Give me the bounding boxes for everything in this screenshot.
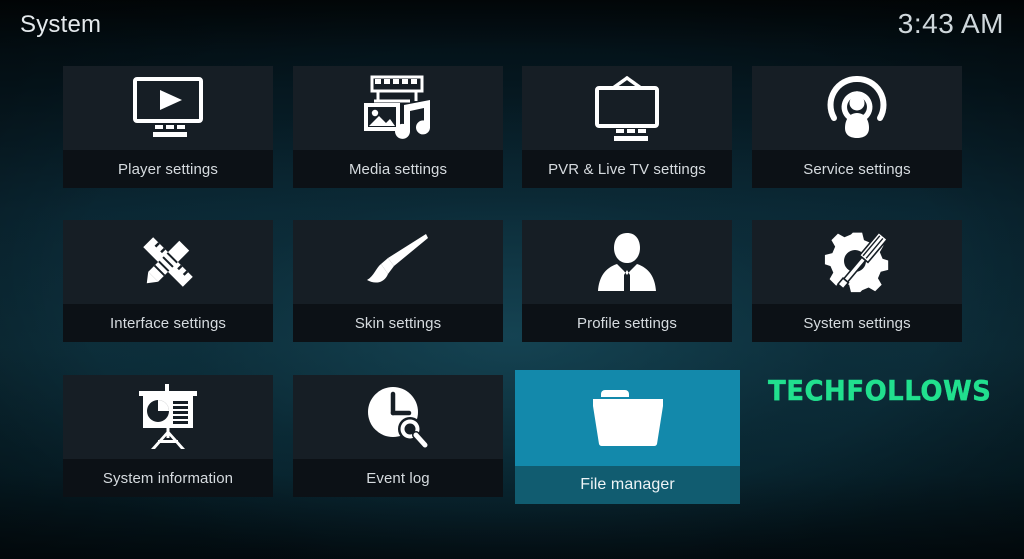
tile-label-bar: Player settings (63, 150, 273, 188)
tile-label-bar: Media settings (293, 150, 503, 188)
tile-label: System information (102, 469, 234, 487)
watermark-techfollows: TECHFOLLOWS (768, 374, 992, 407)
filmstrip-photo-music-icon (360, 75, 436, 141)
tile-label-bar: Interface settings (63, 304, 273, 342)
tile-label: System settings (803, 314, 911, 332)
tile-label-bar: System information (63, 459, 273, 497)
pencil-ruler-icon (135, 229, 201, 295)
tile-icon-area (293, 220, 503, 304)
tile-label: Event log (366, 469, 430, 487)
person-bust-icon (595, 231, 659, 293)
tile-pvr-live-tv-settings[interactable]: PVR & Live TV settings (522, 66, 732, 188)
tile-icon-area (515, 370, 740, 466)
tile-system-settings[interactable]: System settings (752, 220, 962, 342)
tile-label: Service settings (803, 160, 911, 178)
header-bar: System 3:43 AM (0, 0, 1024, 55)
monitor-play-icon (131, 77, 205, 139)
television-antenna-icon (590, 74, 664, 142)
tile-label: Profile settings (577, 314, 677, 332)
tile-label-bar: Skin settings (293, 304, 503, 342)
clock-display: 3:43 AM (897, 8, 1004, 39)
tile-label-bar: Event log (293, 459, 503, 497)
tile-media-settings[interactable]: Media settings (293, 66, 503, 188)
tile-event-log[interactable]: Event log (293, 375, 503, 497)
clock-magnifier-icon (365, 384, 431, 450)
page-title: System (20, 11, 102, 38)
tile-label: File manager (580, 476, 675, 493)
tile-label: Interface settings (109, 314, 227, 332)
tile-label-bar: File manager (515, 466, 740, 504)
tile-icon-area (752, 66, 962, 150)
tile-icon-area (63, 66, 273, 150)
tile-label: PVR & Live TV settings (548, 160, 706, 178)
tile-icon-area (522, 66, 732, 150)
tile-player-settings[interactable]: Player settings (63, 66, 273, 188)
tile-label: Skin settings (354, 314, 442, 332)
folder-icon (585, 386, 671, 450)
kodi-system-screen: System 3:43 AM Player settings Media set… (0, 0, 1024, 559)
tile-label: Media settings (348, 160, 448, 178)
paintbrush-icon (364, 232, 432, 292)
tile-file-manager[interactable]: File manager (515, 370, 740, 504)
tile-icon-area (293, 66, 503, 150)
broadcast-person-icon (824, 75, 890, 141)
tile-icon-area (63, 375, 273, 459)
tile-icon-area (522, 220, 732, 304)
tile-label-bar: System settings (752, 304, 962, 342)
tile-service-settings[interactable]: Service settings (752, 66, 962, 188)
tile-profile-settings[interactable]: Profile settings (522, 220, 732, 342)
gear-screwdriver-icon (824, 229, 890, 295)
tile-interface-settings[interactable]: Interface settings (63, 220, 273, 342)
tile-skin-settings[interactable]: Skin settings (293, 220, 503, 342)
tile-label-bar: PVR & Live TV settings (522, 150, 732, 188)
tile-icon-area (752, 220, 962, 304)
settings-grid: Player settings Media settings PVR & Liv… (0, 0, 1024, 559)
tile-label-bar: Service settings (752, 150, 962, 188)
tile-icon-area (63, 220, 273, 304)
tile-icon-area (293, 375, 503, 459)
tile-system-information[interactable]: System information (63, 375, 273, 497)
presentation-chart-icon (135, 384, 201, 450)
tile-label-bar: Profile settings (522, 304, 732, 342)
tile-label: Player settings (118, 160, 218, 178)
